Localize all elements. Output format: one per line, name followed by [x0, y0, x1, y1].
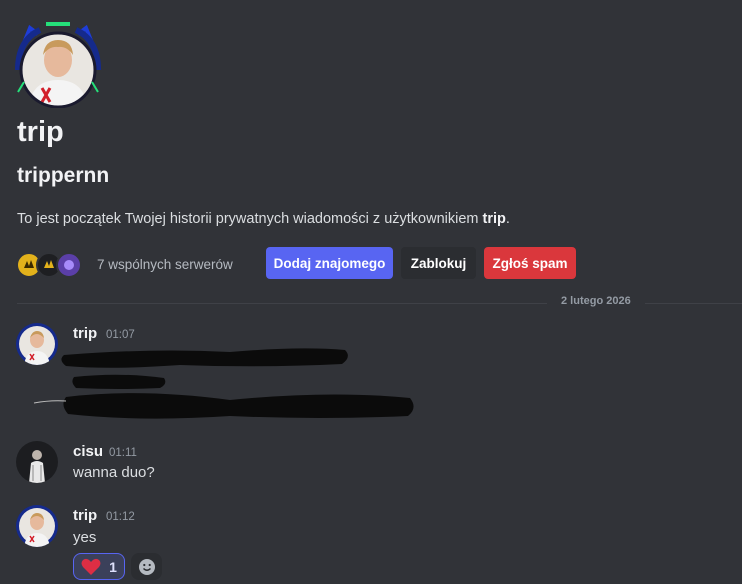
message-text: wanna duo?: [73, 464, 155, 481]
intro-suffix: .: [505, 211, 510, 227]
message-avatar-cisu[interactable]: [16, 441, 58, 483]
heart-icon: [81, 558, 101, 575]
message-timestamp: 01:12: [106, 511, 135, 523]
profile-username: trippernn: [17, 164, 110, 187]
message-text: yes: [73, 529, 97, 546]
message-author[interactable]: cisu: [73, 443, 103, 460]
mutual-guild-icons: [16, 251, 82, 278]
dm-intro-text: To jest początek Twojej historii prywatn…: [17, 211, 510, 227]
reaction-count: 1: [109, 558, 117, 575]
mutual-servers-label[interactable]: 7 wspólnych serwerów: [97, 257, 233, 272]
block-button[interactable]: Zablokuj: [401, 247, 476, 279]
profile-avatar[interactable]: [12, 20, 104, 108]
intro-username: trip: [482, 211, 506, 227]
report-spam-button[interactable]: Zgłoś spam: [484, 247, 576, 279]
add-reaction-button[interactable]: [131, 553, 162, 580]
date-divider-label: 2 lutego 2026: [547, 295, 645, 307]
redacted-content: [33, 348, 414, 419]
guild-icon-3: [56, 252, 82, 278]
message-timestamp: 01:11: [109, 447, 137, 459]
message-author[interactable]: trip: [73, 507, 97, 524]
reaction-heart[interactable]: 1: [73, 553, 125, 580]
smiley-icon: [138, 558, 155, 575]
intro-prefix: To jest początek Twojej historii prywatn…: [17, 211, 483, 227]
add-friend-button[interactable]: Dodaj znajomego: [266, 247, 393, 279]
message-avatar-trip[interactable]: [16, 505, 58, 547]
mutual-servers[interactable]: 7 wspólnych serwerów: [16, 251, 233, 278]
profile-display-name: trip: [17, 116, 64, 148]
